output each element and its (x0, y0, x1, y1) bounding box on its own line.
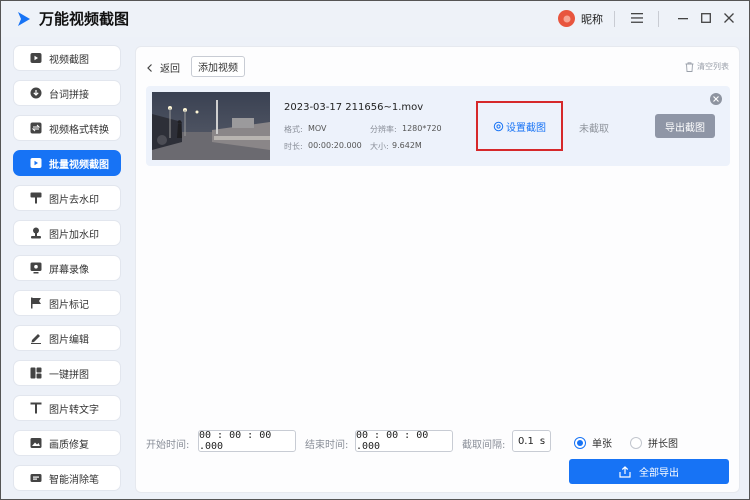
maximize-button[interactable] (697, 9, 715, 27)
capture-status: 未截取 (579, 124, 609, 135)
collage-icon (30, 367, 42, 379)
export-all-label: 全部导出 (639, 468, 679, 479)
title-bar: 万能视频截图 昵称 (1, 1, 749, 37)
sidebar-item-video-capture[interactable]: 视频截图 (13, 45, 121, 71)
eraser-icon (30, 472, 42, 484)
menu-icon (631, 13, 643, 23)
sidebar-item-label: 图片转文字 (49, 404, 99, 416)
sidebar-item-remove-watermark[interactable]: 图片去水印 (13, 185, 121, 211)
mode-single-radio[interactable]: 单张 (574, 435, 612, 450)
image-repair-icon (30, 437, 42, 449)
user-avatar-icon (563, 15, 570, 22)
interval-value: 0.1 (517, 435, 534, 447)
export-icon (619, 465, 631, 478)
app-window: 万能视频截图 昵称 视频截图 台词拼接 视频格式转换 批量视频截图 图片去水印 … (0, 0, 750, 500)
sidebar-item-add-watermark[interactable]: 图片加水印 (13, 220, 121, 246)
sidebar-item-label: 画质修复 (49, 439, 89, 451)
resolution-label: 分辨率: (370, 125, 397, 134)
app-logo-icon (18, 12, 30, 26)
app-title: 万能视频截图 (39, 10, 130, 28)
format-label: 格式: (284, 125, 303, 134)
format-value: MOV (308, 124, 327, 133)
export-capture-button[interactable]: 导出截图 (655, 114, 715, 138)
end-time-label: 结束时间: (305, 440, 349, 451)
radio-unselected-icon (630, 436, 642, 449)
set-capture-button[interactable]: 设置截图 (476, 101, 563, 151)
radio-selected-icon (574, 436, 586, 449)
sidebar-item-label: 屏幕录像 (49, 264, 89, 276)
start-time-input[interactable]: 00 : 00 : 00 .000 (198, 430, 296, 452)
interval-label: 截取间隔: (462, 440, 506, 451)
sidebar-item-label: 视频截图 (49, 54, 89, 66)
gear-icon (493, 121, 504, 131)
trash-icon (685, 61, 694, 72)
set-capture-label: 设置截图 (506, 122, 546, 134)
sidebar-item-image-to-text[interactable]: 图片转文字 (13, 395, 121, 421)
export-all-button[interactable]: 全部导出 (569, 459, 729, 484)
close-icon (713, 96, 719, 102)
mode-single-label: 单张 (592, 439, 612, 450)
text-icon (30, 402, 42, 414)
chevron-left-icon (147, 63, 152, 72)
main-panel: 返回 添加视频 清空列表 2023-03-17 211656~1.mov 格式:… (135, 46, 740, 493)
divider (658, 11, 659, 27)
sidebar-item-image-edit[interactable]: 图片编辑 (13, 325, 121, 351)
minimize-icon (678, 18, 688, 20)
mode-long-radio[interactable]: 拼长图 (630, 435, 678, 450)
sidebar-item-smart-eraser[interactable]: 智能消除笔 (13, 465, 121, 491)
menu-button[interactable] (628, 9, 646, 27)
size-label: 大小: (370, 142, 389, 151)
sidebar-item-image-mark[interactable]: 图片标记 (13, 290, 121, 316)
add-video-button[interactable]: 添加视频 (191, 56, 245, 77)
mode-long-label: 拼长图 (648, 439, 678, 450)
interval-input[interactable]: 0.1 s (512, 430, 551, 452)
sidebar-item-screen-record[interactable]: 屏幕录像 (13, 255, 121, 281)
back-label: 返回 (160, 64, 180, 75)
duration-label: 时长: (284, 142, 303, 151)
sidebar-item-format-convert[interactable]: 视频格式转换 (13, 115, 121, 141)
sidebar-item-label: 批量视频截图 (49, 159, 109, 171)
video-icon (30, 52, 42, 64)
sidebar-item-collage[interactable]: 一键拼图 (13, 360, 121, 386)
close-icon (724, 13, 734, 23)
video-thumbnail[interactable] (152, 92, 270, 160)
remove-watermark-icon (30, 192, 42, 204)
sidebar-item-quality-repair[interactable]: 画质修复 (13, 430, 121, 456)
sidebar-item-batch-capture[interactable]: 批量视频截图 (13, 150, 121, 176)
back-button[interactable]: 返回 (145, 60, 180, 75)
maximize-icon (701, 13, 711, 23)
sidebar-item-label: 一键拼图 (49, 369, 89, 381)
flag-icon (30, 297, 42, 309)
avatar[interactable] (558, 10, 575, 27)
convert-icon (30, 122, 42, 134)
screen-record-icon (30, 262, 42, 274)
resolution-value: 1280*720 (402, 124, 442, 133)
sidebar-item-label: 图片去水印 (49, 194, 99, 206)
sidebar-item-label: 图片加水印 (49, 229, 99, 241)
sidebar-item-label: 图片编辑 (49, 334, 89, 346)
end-time-input[interactable]: 00 : 00 : 00 .000 (355, 430, 453, 452)
sidebar-item-label: 台词拼接 (49, 89, 89, 101)
size-value: 9.642M (392, 141, 422, 150)
edit-icon (30, 332, 42, 344)
start-time-label: 开始时间: (146, 440, 190, 451)
close-button[interactable] (720, 9, 738, 27)
video-file-name: 2023-03-17 211656~1.mov (284, 102, 424, 113)
clear-list-button[interactable]: 清空列表 (685, 61, 729, 72)
nickname[interactable]: 昵称 (581, 11, 603, 27)
remove-video-button[interactable] (710, 93, 722, 105)
divider (614, 11, 615, 27)
sidebar-item-label: 智能消除笔 (49, 474, 99, 486)
batch-video-icon (30, 157, 42, 169)
add-watermark-icon (30, 227, 42, 239)
sidebar-item-label: 视频格式转换 (49, 124, 109, 136)
video-list-item: 2023-03-17 211656~1.mov 格式: MOV 分辨率: 128… (146, 86, 730, 166)
subtitle-icon (30, 87, 42, 99)
duration-value: 00:00:20.000 (308, 141, 362, 150)
clear-list-label: 清空列表 (697, 62, 729, 71)
sidebar-item-label: 图片标记 (49, 299, 89, 311)
minimize-button[interactable] (674, 9, 692, 27)
interval-unit: s (539, 435, 546, 447)
sidebar-item-subtitle-join[interactable]: 台词拼接 (13, 80, 121, 106)
